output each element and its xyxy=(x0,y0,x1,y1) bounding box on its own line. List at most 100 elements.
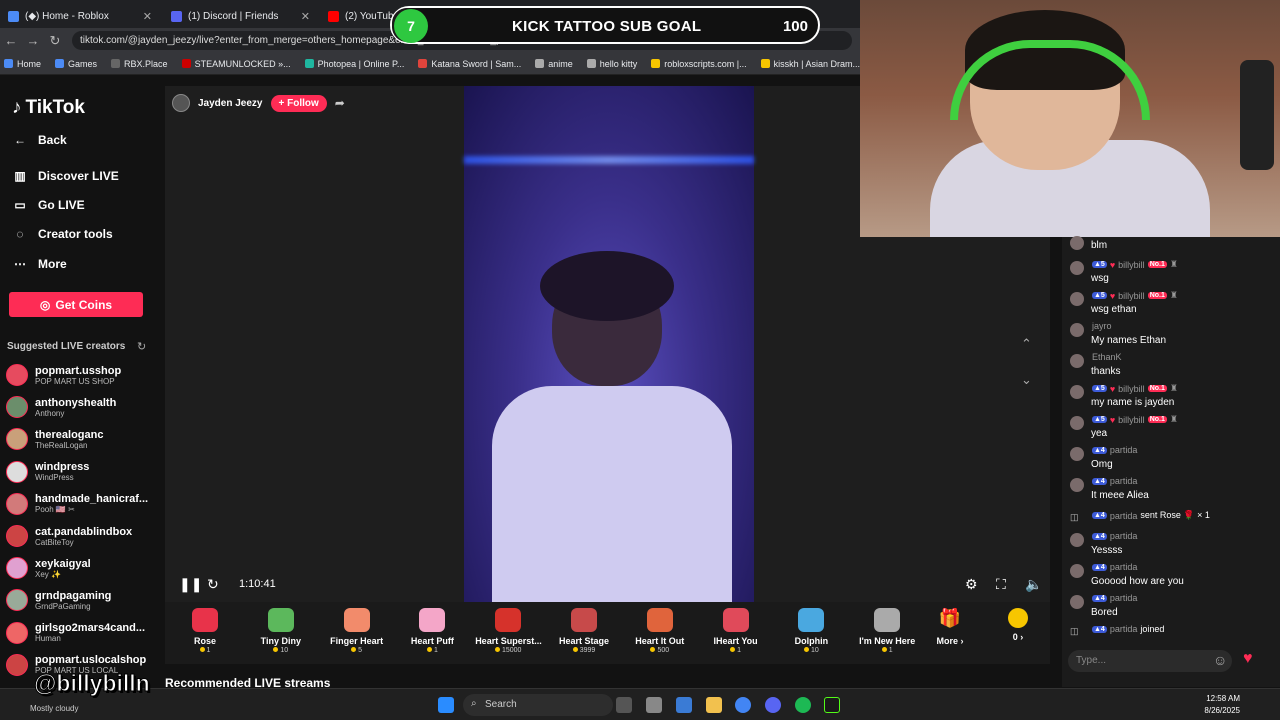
chat-avatar[interactable] xyxy=(1070,533,1084,547)
chat-username[interactable]: partida xyxy=(1110,476,1138,486)
bookmark-item[interactable]: Home xyxy=(4,59,41,69)
bookmark-item[interactable]: Games xyxy=(55,59,97,69)
chat-username[interactable]: partida xyxy=(1110,531,1138,541)
chat-username[interactable]: partida xyxy=(1110,593,1138,603)
sidebar-item-back[interactable]: ← Back xyxy=(12,133,67,147)
coin-balance[interactable]: 0 › xyxy=(985,608,1051,642)
task-view-icon[interactable] xyxy=(616,697,632,713)
chat-username[interactable]: billybill xyxy=(1118,291,1145,301)
gift-item[interactable]: I'm New Here 1 xyxy=(854,608,920,654)
gift-item[interactable]: Heart Stage 3999 xyxy=(551,608,617,654)
gift-item[interactable]: Finger Heart 5 xyxy=(324,608,390,654)
browser-tab[interactable]: (1) Discord | Friends ✕ xyxy=(163,4,318,28)
suggested-creator[interactable]: cat.pandablindbox CatBiteToy xyxy=(6,522,156,550)
bookmark-item[interactable]: STEAMUNLOCKED »... xyxy=(181,59,291,69)
follow-button[interactable]: + Follow xyxy=(270,94,327,112)
chat-avatar[interactable]: ◫ xyxy=(1070,512,1084,526)
suggested-creator[interactable]: girlsgo2mars4cand... Human xyxy=(6,619,156,647)
taskbar-search[interactable]: Search xyxy=(463,694,613,716)
gift-item[interactable]: Rose 1 xyxy=(172,608,238,654)
settings-icon[interactable]: ⚙ xyxy=(965,576,978,593)
chat-username[interactable]: partida xyxy=(1110,562,1138,572)
bookmark-item[interactable]: robloxscripts.com |... xyxy=(651,59,747,69)
discord-icon[interactable] xyxy=(765,697,781,713)
refresh-icon[interactable]: ↻ xyxy=(137,340,146,353)
windows-start-icon[interactable] xyxy=(438,697,454,713)
gift-item[interactable]: IHeart You 1 xyxy=(703,608,769,654)
prev-stream-icon[interactable]: ⌃ xyxy=(1021,336,1032,352)
sidebar-item-go-live[interactable]: ▭ Go LIVE xyxy=(12,198,84,212)
file-explorer-icon[interactable] xyxy=(706,697,722,713)
suggested-creator[interactable]: windpress WindPress xyxy=(6,458,156,486)
suggested-creator[interactable]: xeykaigyal Xey ✨ xyxy=(6,554,156,582)
emoji-icon[interactable]: ☺ xyxy=(1213,652,1227,668)
chat-username[interactable]: partida xyxy=(1110,624,1138,634)
close-icon[interactable]: ✕ xyxy=(143,10,152,23)
next-stream-icon[interactable]: ⌄ xyxy=(1021,372,1032,388)
chat-avatar[interactable] xyxy=(1070,236,1084,250)
chat-avatar[interactable] xyxy=(1070,261,1084,275)
chat-input[interactable]: Type... xyxy=(1068,650,1232,672)
chat-avatar[interactable] xyxy=(1070,292,1084,306)
gift-item[interactable]: Heart Superst... 15000 xyxy=(475,608,542,654)
chat-avatar[interactable] xyxy=(1070,478,1084,492)
spotify-icon[interactable] xyxy=(795,697,811,713)
obs-icon[interactable] xyxy=(824,697,840,713)
bookmark-item[interactable]: hello kitty xyxy=(586,59,637,69)
replay-icon[interactable]: ↻ xyxy=(207,576,219,593)
chrome-icon[interactable] xyxy=(735,697,751,713)
bookmark-item[interactable]: anime xyxy=(535,59,573,69)
chat-username[interactable]: partida xyxy=(1110,511,1138,521)
chat-avatar[interactable] xyxy=(1070,595,1084,609)
share-icon[interactable]: ➦ xyxy=(335,96,345,110)
like-heart-icon[interactable]: ♥ xyxy=(1243,650,1253,668)
bookmark-item[interactable]: Photopea | Online P... xyxy=(304,59,404,69)
suggested-creator[interactable]: handmade_hanicraf... Pooh 🇺🇸 ✂ xyxy=(6,490,156,518)
suggested-creator[interactable]: therealoganc TheRealLogan xyxy=(6,425,156,453)
volume-icon[interactable]: 🔈 xyxy=(1025,576,1042,593)
chat-username[interactable]: EthanK xyxy=(1092,352,1122,362)
coin-icon xyxy=(572,647,578,652)
chat-username[interactable]: billybill xyxy=(1118,415,1145,425)
browser-tab[interactable]: (◆) Home - Roblox ✕ xyxy=(0,4,160,28)
sidebar-item-creator-tools[interactable]: ◌ Creator tools xyxy=(12,227,112,241)
chat-avatar[interactable] xyxy=(1070,564,1084,578)
pause-icon[interactable]: ❚❚ xyxy=(179,576,202,593)
store-icon[interactable] xyxy=(676,697,692,713)
gift-item[interactable]: Tiny Diny 10 xyxy=(248,608,314,654)
gift-item[interactable]: Heart Puff 1 xyxy=(399,608,465,654)
chat-username[interactable]: partida xyxy=(1110,445,1138,455)
host-avatar[interactable] xyxy=(172,94,190,112)
host-name[interactable]: Jayden Jeezy xyxy=(198,98,263,109)
tiktok-logo[interactable]: ♪ TikTok xyxy=(12,97,85,119)
chat-username[interactable]: billybill xyxy=(1118,260,1145,270)
chat-avatar[interactable] xyxy=(1070,416,1084,430)
fullscreen-icon[interactable]: ⛶ xyxy=(996,576,1006,593)
bookmark-item[interactable]: RBX.Place xyxy=(111,59,168,69)
close-icon[interactable]: ✕ xyxy=(301,10,310,23)
reload-icon[interactable]: ↻ xyxy=(44,33,66,49)
suggested-creator[interactable]: grndpagaming GrndPaGaming xyxy=(6,586,156,614)
forward-nav-icon[interactable]: → xyxy=(22,33,44,48)
bookmark-item[interactable]: Katana Sword | Sam... xyxy=(418,59,521,69)
chat-avatar[interactable] xyxy=(1070,385,1084,399)
suggested-creator[interactable]: popmart.usshop POP MART US SHOP xyxy=(6,361,156,389)
bookmark-item[interactable]: kisskh | Asian Dram... xyxy=(760,59,860,69)
gift-more[interactable]: 🎁 More › xyxy=(917,608,983,646)
chat-avatar[interactable] xyxy=(1070,354,1084,368)
chat-username[interactable]: billybill xyxy=(1118,384,1145,394)
get-coins-button[interactable]: ◎ Get Coins xyxy=(9,292,143,317)
gift-item[interactable]: Heart It Out 500 xyxy=(627,608,693,654)
chat-avatar[interactable]: ◫ xyxy=(1070,626,1084,640)
live-video[interactable] xyxy=(464,86,754,602)
sidebar-item-discover-live[interactable]: ▥ Discover LIVE xyxy=(12,169,118,183)
chat-username[interactable]: jayro xyxy=(1092,321,1112,331)
chat-avatar[interactable] xyxy=(1070,323,1084,337)
gift-item[interactable]: Dolphin 10 xyxy=(778,608,844,654)
sidebar-item-more[interactable]: ⋯ More xyxy=(12,257,67,271)
suggested-creator[interactable]: anthonyshealth Anthony xyxy=(6,393,156,421)
chat-avatar[interactable] xyxy=(1070,447,1084,461)
taskbar-clock[interactable]: 12:58 AM 8/26/2025 xyxy=(1204,693,1240,717)
back-nav-icon[interactable]: ← xyxy=(0,33,22,48)
mouse-app-icon[interactable] xyxy=(646,697,662,713)
